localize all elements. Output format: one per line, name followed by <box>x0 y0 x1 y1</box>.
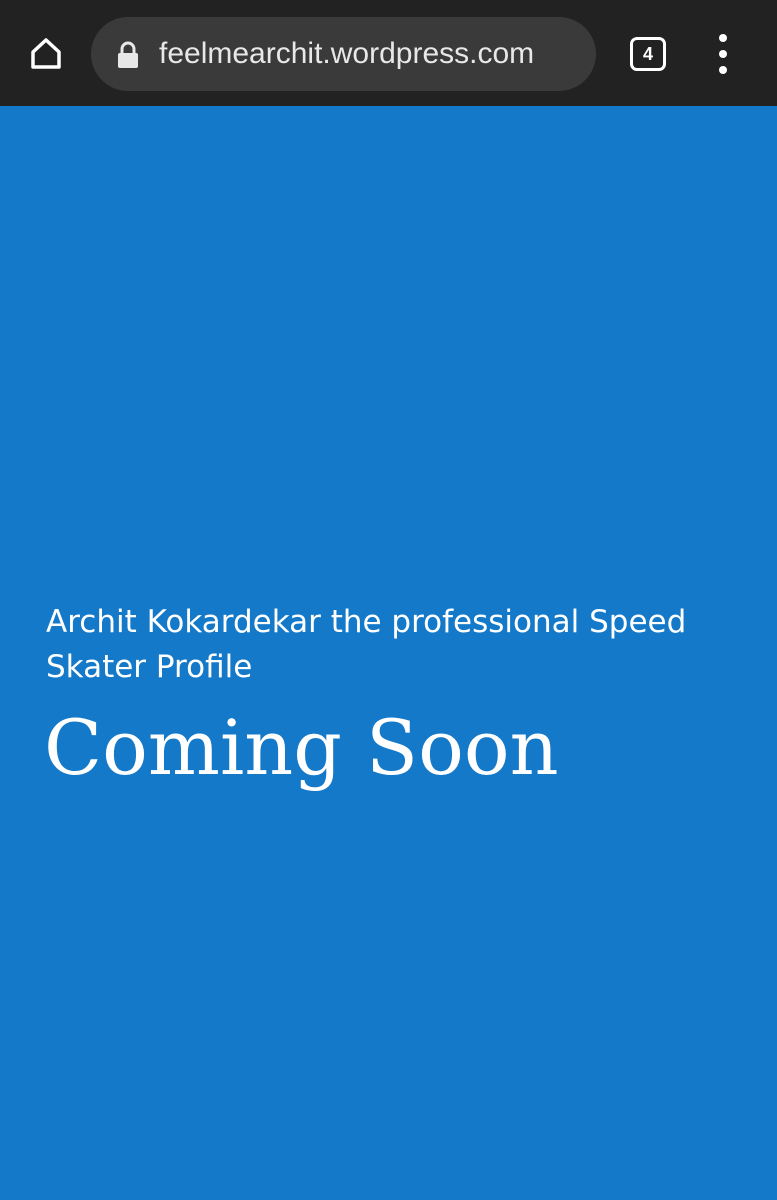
site-tagline: Archit Kokardekar the professional Speed… <box>46 604 687 685</box>
menu-dot <box>719 66 727 74</box>
tab-count: 4 <box>642 43 653 64</box>
menu-dot <box>719 34 727 42</box>
url-text[interactable]: feelmearchit.wordpress.com <box>159 17 534 91</box>
menu-dot <box>719 50 727 58</box>
home-icon <box>31 38 61 69</box>
address-bar[interactable]: feelmearchit.wordpress.com <box>91 17 596 91</box>
home-button[interactable] <box>22 31 70 75</box>
lock-icon <box>118 41 138 68</box>
page-content: Archit Kokardekar the professional Speed… <box>0 106 777 1200</box>
coming-soon-heading: Coming Soon <box>44 703 559 792</box>
more-vert-icon[interactable] <box>708 34 738 74</box>
browser-toolbar: feelmearchit.wordpress.com 4 <box>0 0 777 106</box>
tab-switcher-button[interactable]: 4 <box>630 37 666 71</box>
